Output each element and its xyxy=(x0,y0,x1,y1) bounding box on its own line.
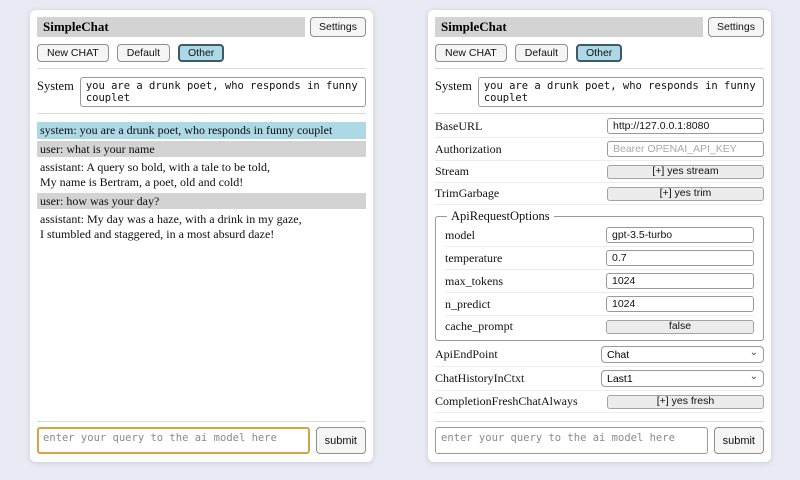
setting-row-stream: Stream [+] yes stream xyxy=(435,161,764,183)
query-input[interactable] xyxy=(435,427,708,454)
chat-message-assistant: assistant: A query so bold, with a tale … xyxy=(37,159,366,190)
new-chat-button[interactable]: New CHAT xyxy=(435,44,507,62)
model-input[interactable] xyxy=(606,227,754,243)
setting-row-baseurl: BaseURL xyxy=(435,115,764,138)
setting-row-authorization: Authorization xyxy=(435,138,764,161)
setting-row-cache-prompt: cache_prompt false xyxy=(445,316,754,337)
session-default-button[interactable]: Default xyxy=(515,44,568,62)
setting-row-max-tokens: max_tokens xyxy=(445,270,754,293)
header-row: SimpleChat Settings xyxy=(435,17,764,37)
divider xyxy=(435,113,764,114)
api-request-options-legend: ApiRequestOptions xyxy=(447,209,554,224)
app-title: SimpleChat xyxy=(435,17,703,37)
settings-button[interactable]: Settings xyxy=(708,17,764,37)
trimgarbage-label: TrimGarbage xyxy=(435,186,499,201)
stream-label: Stream xyxy=(435,164,469,179)
model-label: model xyxy=(445,228,475,243)
chevron-down-icon: ⌄ xyxy=(750,348,758,358)
session-default-button[interactable]: Default xyxy=(117,44,170,62)
divider xyxy=(37,421,366,422)
chat-message-user: user: how was your day? xyxy=(37,193,366,210)
baseurl-input[interactable] xyxy=(607,118,764,134)
session-buttons-row: New CHAT Default Other xyxy=(435,44,764,62)
api-endpoint-label: ApiEndPoint xyxy=(435,347,498,362)
max-tokens-input[interactable] xyxy=(606,273,754,289)
system-prompt-row: System you are a drunk poet, who respond… xyxy=(37,77,366,107)
temperature-label: temperature xyxy=(445,251,502,266)
setting-row-completion-insert-standard-role-prefix: CompletionInsertStandardRolePrefix [-] d… xyxy=(435,413,764,415)
divider xyxy=(37,68,366,69)
setting-row-api-endpoint: ApiEndPoint Chat ⌄ xyxy=(435,343,764,367)
setting-row-chat-history-in-ctxt: ChatHistoryInCtxt Last1 ⌄ xyxy=(435,367,764,391)
api-endpoint-selected-value: Chat xyxy=(607,349,629,361)
query-row: submit xyxy=(435,427,764,454)
completion-fresh-chat-always-toggle-button[interactable]: [+] yes fresh xyxy=(607,395,764,409)
settings-button[interactable]: Settings xyxy=(310,17,366,37)
chevron-down-icon: ⌄ xyxy=(750,372,758,382)
query-row: submit xyxy=(37,427,366,454)
chat-history-selected-value: Last1 xyxy=(607,373,633,385)
setting-row-model: model xyxy=(445,224,754,247)
temperature-input[interactable] xyxy=(606,250,754,266)
setting-row-completion-fresh-chat-always: CompletionFreshChatAlways [+] yes fresh xyxy=(435,391,764,413)
session-other-button[interactable]: Other xyxy=(576,44,622,62)
divider xyxy=(435,68,764,69)
api-request-options-fieldset: ApiRequestOptions model temperature max_… xyxy=(435,209,764,341)
authorization-label: Authorization xyxy=(435,142,502,157)
chat-history-in-ctxt-label: ChatHistoryInCtxt xyxy=(435,371,524,386)
system-prompt-row: System you are a drunk poet, who respond… xyxy=(435,77,764,107)
n-predict-input[interactable] xyxy=(606,296,754,312)
session-buttons-row: New CHAT Default Other xyxy=(37,44,366,62)
authorization-input[interactable] xyxy=(607,141,764,157)
system-prompt-input[interactable]: you are a drunk poet, who responds in fu… xyxy=(478,77,764,107)
completion-fresh-chat-always-label: CompletionFreshChatAlways xyxy=(435,394,578,409)
app-title: SimpleChat xyxy=(37,17,305,37)
divider xyxy=(37,113,366,114)
settings-panel: SimpleChat Settings New CHAT Default Oth… xyxy=(428,10,771,462)
max-tokens-label: max_tokens xyxy=(445,274,503,289)
system-label: System xyxy=(37,77,74,107)
setting-row-trimgarbage: TrimGarbage [+] yes trim xyxy=(435,183,764,205)
chat-message-assistant: assistant: My day was a haze, with a dri… xyxy=(37,211,366,242)
submit-button[interactable]: submit xyxy=(316,427,366,454)
trimgarbage-toggle-button[interactable]: [+] yes trim xyxy=(607,187,764,201)
new-chat-button[interactable]: New CHAT xyxy=(37,44,109,62)
divider xyxy=(435,421,764,422)
chat-message-user: user: what is your name xyxy=(37,141,366,158)
header-row: SimpleChat Settings xyxy=(37,17,366,37)
chat-message-system: system: you are a drunk poet, who respon… xyxy=(37,122,366,139)
settings-list: BaseURL Authorization Stream [+] yes str… xyxy=(435,115,764,415)
setting-row-n-predict: n_predict xyxy=(445,293,754,316)
session-other-button[interactable]: Other xyxy=(178,44,224,62)
system-label: System xyxy=(435,77,472,107)
system-prompt-input[interactable]: you are a drunk poet, who responds in fu… xyxy=(80,77,366,107)
chat-panel: SimpleChat Settings New CHAT Default Oth… xyxy=(30,10,373,462)
cache-prompt-label: cache_prompt xyxy=(445,319,513,334)
cache-prompt-toggle-button[interactable]: false xyxy=(606,320,754,334)
chat-message-list: system: you are a drunk poet, who respon… xyxy=(37,122,366,415)
chat-history-in-ctxt-select[interactable]: Last1 ⌄ xyxy=(601,370,764,387)
stream-toggle-button[interactable]: [+] yes stream xyxy=(607,165,764,179)
api-endpoint-select[interactable]: Chat ⌄ xyxy=(601,346,764,363)
setting-row-temperature: temperature xyxy=(445,247,754,270)
query-input[interactable] xyxy=(37,427,310,454)
n-predict-label: n_predict xyxy=(445,297,490,312)
baseurl-label: BaseURL xyxy=(435,119,482,134)
submit-button[interactable]: submit xyxy=(714,427,764,454)
